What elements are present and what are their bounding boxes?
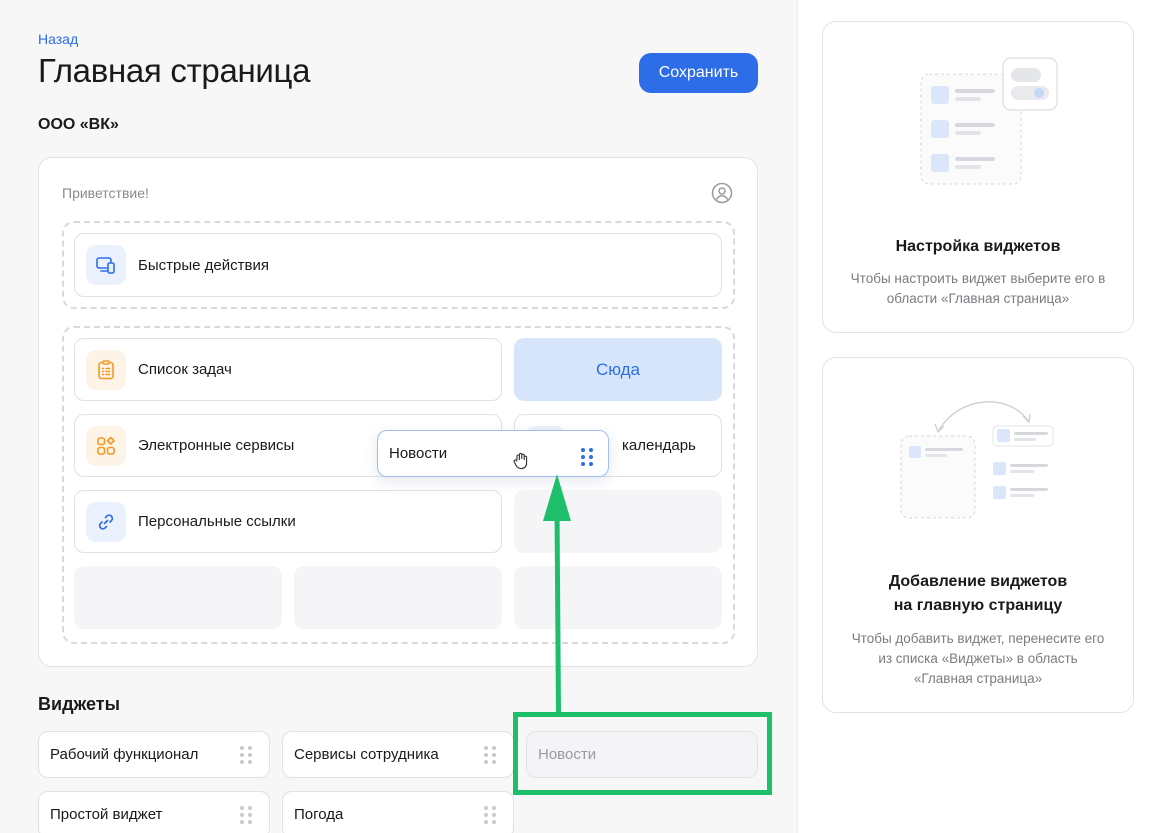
widget-personal-links[interactable]: Персональные ссылки [74,490,502,553]
main-panel: Назад Главная страница Сохранить ООО «ВК… [0,0,798,833]
drag-handle-icon[interactable] [240,745,252,764]
widget-list-item-label: Погода [294,806,344,823]
settings-card-title: Настройка виджетов [895,238,1061,255]
add-widgets-title-line1: Добавление виджетов [888,573,1068,590]
widget-quick-actions[interactable]: Быстрые действия [74,233,722,297]
grab-cursor-icon [513,452,528,470]
empty-slot[interactable] [514,490,722,553]
devices-icon [86,245,126,285]
empty-slot[interactable] [514,566,722,629]
widget-task-list[interactable]: Список задач [74,338,502,401]
personal-links-label: Персональные ссылки [138,513,296,530]
widgets-section-title: Виджеты [38,694,120,714]
drag-handle-icon[interactable] [581,448,593,466]
drag-handle-icon[interactable] [240,805,252,824]
apps-grid-icon [86,425,126,466]
drag-handle-icon[interactable] [484,805,496,824]
widget-list-item[interactable]: Погода [282,791,514,833]
add-widgets-info-card: Добавление виджетов на главную страницу … [822,357,1134,713]
add-widgets-text-line1: Чтобы добавить виджет, перенесите его [851,631,1105,646]
widget-list-item-label: Сервисы сотрудника [294,746,439,763]
add-widgets-title-line2: на главную страницу [893,597,1063,614]
settings-illustration [920,57,1058,185]
calendar-label: календарь [622,437,696,454]
clipboard-list-icon [86,349,126,390]
page-title: Главная страница [38,52,311,89]
quick-actions-label: Быстрые действия [138,256,269,274]
widget-list-item-label: Простой виджет [50,806,163,823]
home-page-preview: Приветствие! Быстрые действия Список зад… [38,157,758,667]
add-widgets-text-line3: «Главная страница» [913,671,1043,686]
settings-card-text: Чтобы настроить виджет выберите его в об… [850,271,1106,306]
drop-target-slot[interactable]: Сюда [514,338,722,401]
back-link[interactable]: Назад [38,31,78,47]
user-profile-icon[interactable] [711,182,733,204]
add-widgets-text-line2: из списка «Виджеты» в область [878,651,1078,666]
task-list-label: Список задач [138,361,232,378]
empty-slot[interactable] [74,566,282,629]
empty-slot[interactable] [294,566,502,629]
widget-settings-info-card: Настройка виджетов Чтобы настроить видже… [822,21,1134,333]
save-button[interactable]: Сохранить [639,53,758,93]
widget-list-item-label: Рабочий функционал [50,746,199,763]
org-name: ООО «ВК» [38,116,119,133]
widget-list-item[interactable]: Сервисы сотрудника [282,731,514,778]
dragged-widget-news[interactable]: Новости [377,430,609,477]
link-icon [86,501,126,542]
add-widgets-illustration [900,401,1054,519]
e-services-label: Электронные сервисы [138,437,295,454]
drag-handle-icon[interactable] [484,745,496,764]
annotation-highlight-box [513,712,772,795]
dragged-widget-label: Новости [389,445,448,462]
widget-list-item[interactable]: Простой виджет [38,791,270,833]
widget-list-item[interactable]: Рабочий функционал [38,731,270,778]
greeting-label[interactable]: Приветствие! [62,185,149,201]
